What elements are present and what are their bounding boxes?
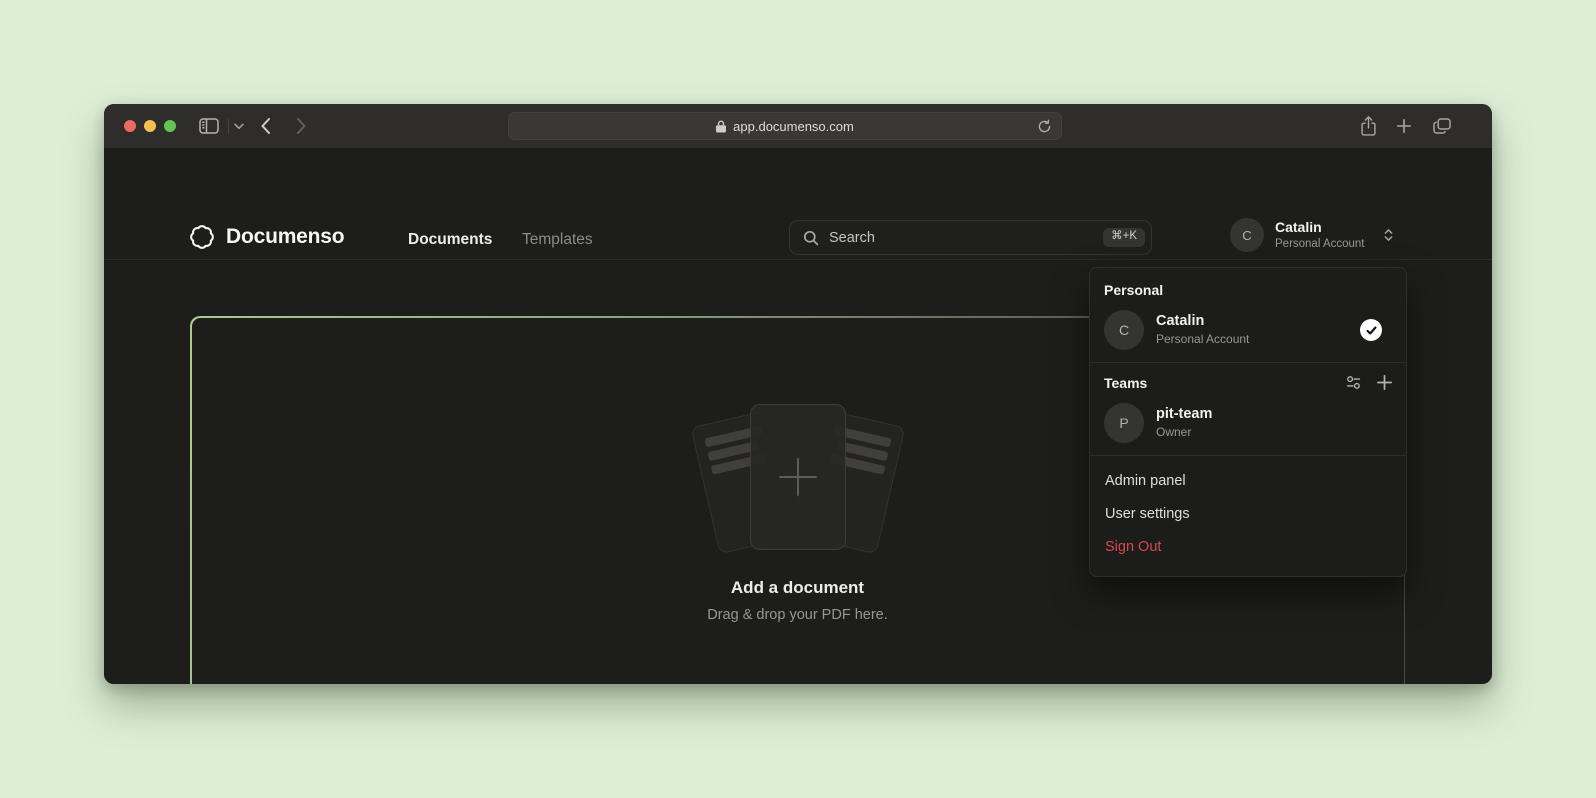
team-name: pit-team — [1156, 405, 1212, 424]
share-icon[interactable] — [1360, 115, 1377, 137]
forward-icon[interactable] — [296, 117, 307, 135]
team-avatar: P — [1104, 403, 1144, 443]
browser-window: app.documenso.com — [104, 104, 1492, 684]
documenso-badge-icon — [189, 224, 215, 250]
account-menu-button[interactable]: C Catalin Personal Account — [1230, 218, 1396, 252]
nav-templates[interactable]: Templates — [522, 231, 593, 249]
team-role: Owner — [1156, 425, 1212, 441]
teams-section-label: Teams — [1104, 375, 1147, 391]
dropdown-divider — [1090, 362, 1406, 363]
tab-overview-icon[interactable] — [1433, 118, 1451, 134]
manage-teams-icon[interactable] — [1345, 374, 1362, 391]
brand-name: Documenso — [226, 225, 344, 249]
document-card-center — [750, 404, 846, 550]
search-icon — [803, 230, 819, 246]
browser-toolbar: app.documenso.com — [104, 104, 1492, 148]
teams-section-header: Teams — [1102, 372, 1394, 401]
sidebar-toggle-icon[interactable] — [199, 118, 219, 134]
address-bar[interactable]: app.documenso.com — [508, 112, 1062, 140]
account-type: Personal Account — [1275, 237, 1365, 251]
personal-account-item[interactable]: C Catalin Personal Account — [1102, 308, 1394, 360]
documenso-app-page: Documenso Documents Templates ⌘+K C Cata… — [104, 148, 1492, 684]
zoom-window-button[interactable] — [164, 120, 176, 132]
reload-icon[interactable] — [1037, 119, 1052, 139]
close-window-button[interactable] — [124, 120, 136, 132]
document-cards-illustration — [678, 404, 918, 564]
personal-account-type: Personal Account — [1156, 332, 1249, 348]
new-tab-icon[interactable] — [1397, 119, 1411, 133]
lock-icon — [716, 120, 726, 133]
documenso-logo[interactable]: Documenso — [189, 224, 344, 250]
search-shortcut-badge: ⌘+K — [1103, 228, 1145, 247]
search-input[interactable] — [829, 230, 1103, 246]
chevron-down-icon[interactable] — [234, 123, 244, 130]
toolbar-divider — [228, 119, 229, 133]
check-circle-icon — [1360, 319, 1382, 341]
menu-item-sign-out[interactable]: Sign Out — [1102, 531, 1394, 564]
account-avatar: C — [1230, 218, 1264, 252]
minimize-window-button[interactable] — [144, 120, 156, 132]
personal-section-label: Personal — [1102, 280, 1394, 308]
url-text: app.documenso.com — [733, 119, 854, 134]
account-dropdown-menu: Personal C Catalin Personal Account Team… — [1089, 267, 1407, 577]
plus-icon — [775, 454, 821, 500]
chevrons-up-down-icon — [1381, 227, 1396, 243]
add-team-icon[interactable] — [1377, 375, 1392, 390]
dropdown-divider — [1090, 455, 1406, 456]
dropzone-title: Add a document — [192, 578, 1404, 598]
back-icon[interactable] — [260, 117, 271, 135]
search-bar[interactable]: ⌘+K — [789, 220, 1152, 255]
account-name: Catalin — [1275, 219, 1365, 237]
menu-item-user-settings[interactable]: User settings — [1102, 498, 1394, 531]
team-item[interactable]: P pit-team Owner — [1102, 401, 1394, 453]
personal-account-name: Catalin — [1156, 312, 1249, 331]
dropzone-subtitle: Drag & drop your PDF here. — [192, 607, 1404, 623]
menu-item-admin-panel[interactable]: Admin panel — [1102, 465, 1394, 498]
personal-account-avatar: C — [1104, 310, 1144, 350]
nav-documents[interactable]: Documents — [408, 231, 492, 249]
header-divider — [104, 259, 1492, 260]
